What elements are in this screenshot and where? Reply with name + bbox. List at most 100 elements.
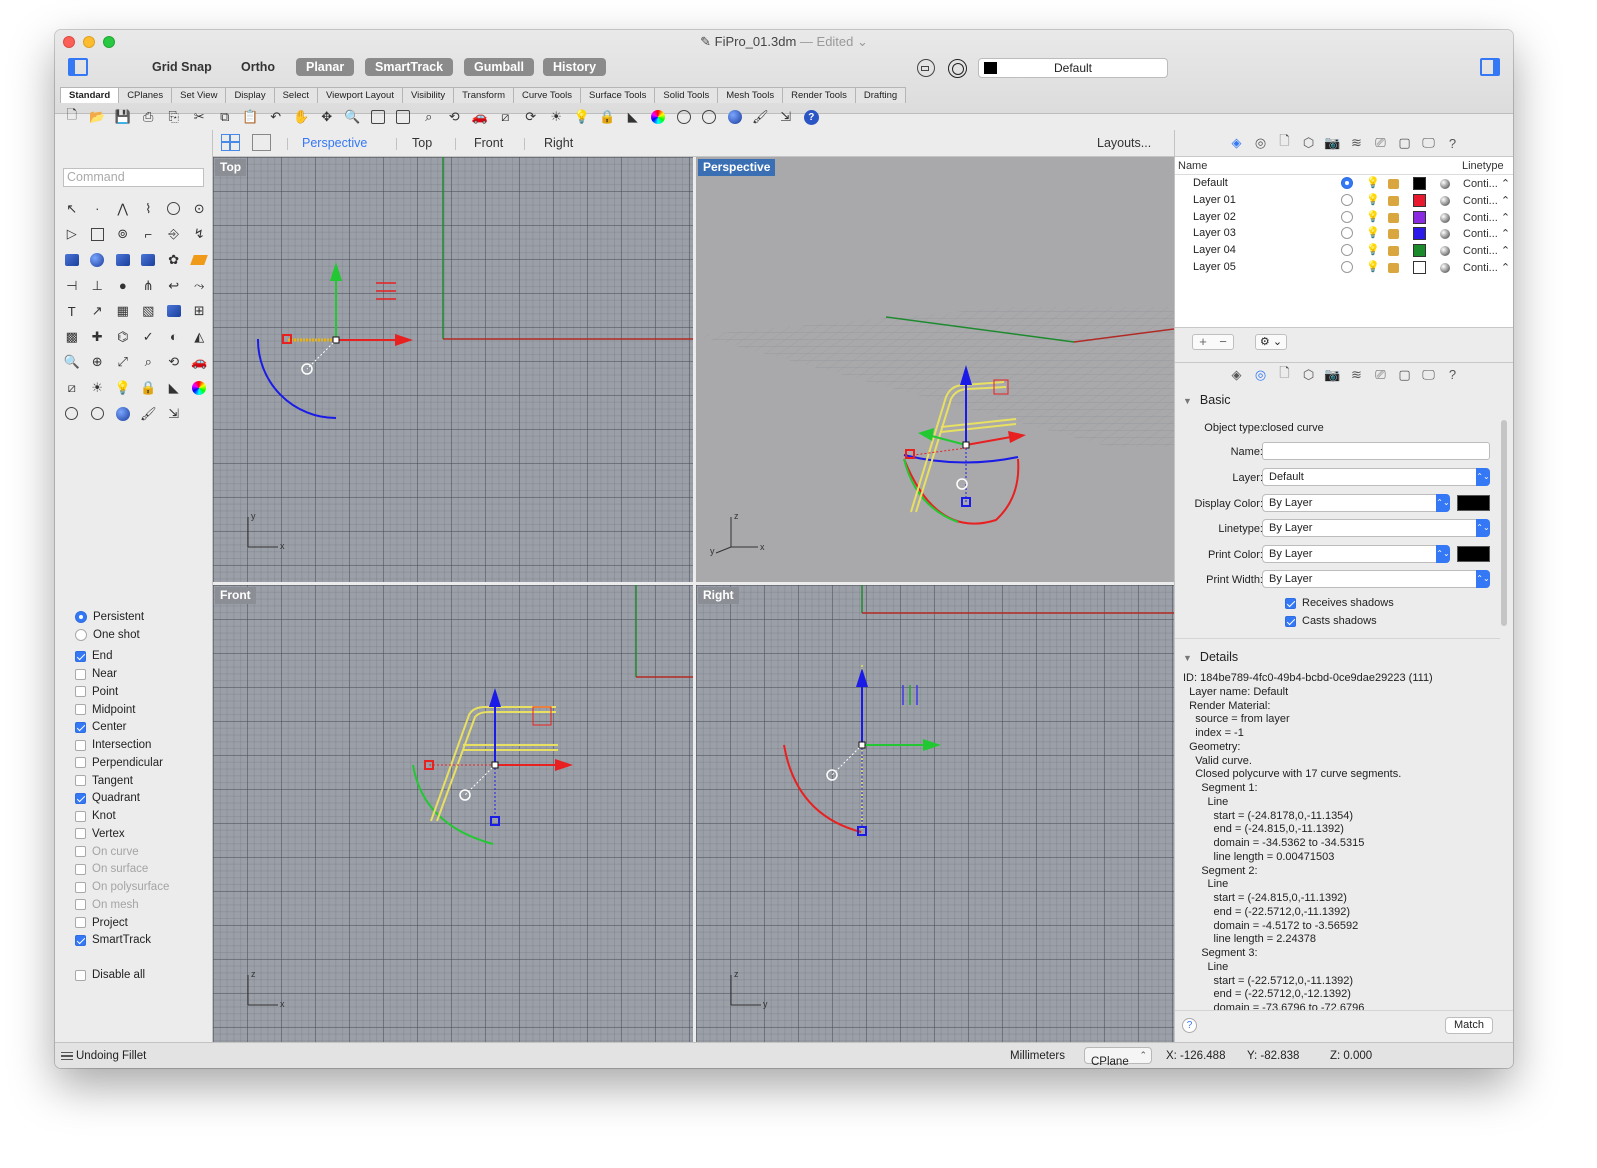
solid-box-icon[interactable] xyxy=(161,298,187,324)
toolbar-tab-visibility[interactable]: Visibility xyxy=(401,87,455,103)
polyline-icon[interactable]: ⋀ xyxy=(110,196,136,222)
checkbox-checked[interactable] xyxy=(75,792,86,804)
cplane-tool-icon[interactable]: ⧄ xyxy=(59,375,85,401)
planar-toggle[interactable]: Planar xyxy=(296,58,355,76)
snap-one-shot[interactable]: One shot xyxy=(75,626,211,644)
material-icon[interactable] xyxy=(1440,246,1450,257)
basic-section-header[interactable]: Basic xyxy=(1183,393,1231,407)
checkbox[interactable] xyxy=(75,668,86,680)
print-icon[interactable]: ⎙ xyxy=(136,106,162,128)
edited-status[interactable]: — Edited ⌄ xyxy=(800,34,868,49)
single-viewport-icon[interactable] xyxy=(252,134,271,151)
layer-options-button[interactable]: ⚙ ⌄ xyxy=(1255,334,1287,350)
light-bulb-icon[interactable]: 💡 xyxy=(1366,210,1380,223)
display-color-select[interactable]: By Layer ⌃⌄ xyxy=(1262,494,1450,512)
draft-angle-icon[interactable]: ◭ xyxy=(187,324,213,350)
details-section-header[interactable]: Details xyxy=(1183,650,1238,664)
blend-icon[interactable]: ⤳ xyxy=(187,273,213,299)
text-icon[interactable]: T xyxy=(59,298,85,324)
fillet-icon[interactable]: ⌐ xyxy=(136,222,162,248)
tab-front[interactable]: Front xyxy=(474,136,503,150)
match-tool-icon[interactable]: ⇲ xyxy=(161,401,187,427)
flow-icon[interactable]: ⌬ xyxy=(110,324,136,350)
dimension-icon[interactable]: ↗ xyxy=(85,298,111,324)
export-icon[interactable]: ⎘ xyxy=(161,106,187,128)
polygon-icon[interactable]: ▷ xyxy=(59,222,85,248)
gumball-toggle[interactable]: Gumball xyxy=(464,58,535,76)
layer-row[interactable]: Layer 02 💡 Conti... ⌃ xyxy=(1175,209,1513,226)
layout-panel-icon[interactable]: ▢ xyxy=(1395,134,1415,152)
light-bulb-icon[interactable]: 💡 xyxy=(1366,193,1380,206)
material-icon[interactable] xyxy=(1440,229,1450,240)
layer-linetype[interactable]: Conti... ⌃ xyxy=(1463,194,1510,207)
layer-row[interactable]: Default 💡 Conti... ⌃ xyxy=(1175,175,1513,192)
layer-linetype[interactable]: Conti... ⌃ xyxy=(1463,227,1510,240)
layer-row[interactable]: Layer 04 💡 Conti... ⌃ xyxy=(1175,242,1513,259)
render-sphere-icon[interactable] xyxy=(722,106,748,128)
toolbar-tab-solid-tools[interactable]: Solid Tools xyxy=(654,87,719,103)
light-bulb-icon[interactable]: 💡 xyxy=(1366,260,1380,273)
current-layer-radio[interactable] xyxy=(1341,177,1353,189)
zoom-in-icon[interactable]: 🔍 xyxy=(59,350,85,376)
checkbox[interactable] xyxy=(75,775,86,787)
display-color-swatch[interactable] xyxy=(1457,495,1490,511)
toolbar-tab-drafting[interactable]: Drafting xyxy=(854,87,907,103)
light-bulb-icon[interactable]: 💡 xyxy=(569,106,595,128)
lock-icon[interactable] xyxy=(1388,262,1399,273)
boolean-icon[interactable]: ● xyxy=(110,273,136,299)
select-arrow-icon[interactable]: ↖ xyxy=(59,196,85,222)
smarttrack-toggle[interactable]: SmartTrack xyxy=(365,58,454,76)
help-button[interactable]: ? xyxy=(1182,1018,1197,1033)
checkbox[interactable] xyxy=(75,686,86,698)
car-icon[interactable]: 🚗 xyxy=(467,106,493,128)
toolbar-tab-render-tools[interactable]: Render Tools xyxy=(782,87,856,103)
material-icon[interactable]: ◣ xyxy=(620,106,646,128)
current-layer-radio[interactable] xyxy=(1341,244,1353,257)
filter-icon[interactable] xyxy=(948,59,967,78)
zoom-window-icon[interactable] xyxy=(365,106,391,128)
circle-icon[interactable] xyxy=(161,196,187,222)
current-layer-radio[interactable] xyxy=(1341,193,1353,206)
four-viewports-icon[interactable] xyxy=(221,134,240,151)
lock-icon[interactable] xyxy=(1388,179,1399,189)
toolbar-tab-curve-tools[interactable]: Curve Tools xyxy=(513,87,582,103)
layer-name[interactable]: Layer 01 xyxy=(1193,194,1236,206)
curve-icon[interactable]: ⌇ xyxy=(136,196,162,222)
checkbox-checked[interactable] xyxy=(75,934,86,946)
cube-panel-icon[interactable]: ⬡ xyxy=(1299,134,1319,152)
snap-end[interactable]: End xyxy=(75,648,211,666)
render-sphere-tool-icon[interactable] xyxy=(110,401,136,427)
current-layer-radio[interactable] xyxy=(1341,260,1353,273)
material-tool-icon[interactable]: ◣ xyxy=(161,375,187,401)
checkbox-checked[interactable] xyxy=(75,721,86,733)
snap-near[interactable]: Near xyxy=(75,665,211,683)
layer-linetype[interactable]: Conti... ⌃ xyxy=(1463,177,1510,190)
light-bulb-tool-icon[interactable]: 💡 xyxy=(110,375,136,401)
ellipse-icon[interactable]: ⊙ xyxy=(187,196,213,222)
layers-panel-icon[interactable]: ◈ xyxy=(1227,134,1247,152)
snap-point[interactable]: Point xyxy=(75,683,211,701)
explode-icon[interactable] xyxy=(187,247,213,273)
toolbar-tab-standard[interactable]: Standard xyxy=(60,87,120,103)
snap-midpoint[interactable]: Midpoint xyxy=(75,701,211,719)
layer-color-swatch[interactable] xyxy=(1413,177,1426,190)
material-icon[interactable] xyxy=(1440,195,1450,206)
material-icon[interactable] xyxy=(1440,179,1450,189)
layer-linetype[interactable]: Conti... ⌃ xyxy=(1463,244,1510,257)
light-bulb-icon[interactable]: 💡 xyxy=(1366,243,1380,256)
checkbox[interactable] xyxy=(75,917,86,929)
tab-right[interactable]: Right xyxy=(544,136,573,150)
cut-icon[interactable]: ✂ xyxy=(187,106,213,128)
grid-array-icon[interactable]: ▩ xyxy=(59,324,85,350)
viewport-front[interactable]: z x Front xyxy=(213,585,693,1042)
help-panel-icon[interactable]: ? xyxy=(1443,134,1463,152)
wireframe-sphere-icon[interactable] xyxy=(671,106,697,128)
layer-color-swatch[interactable] xyxy=(1413,227,1426,241)
zoom-icon[interactable]: 🔍 xyxy=(340,106,366,128)
snap-perpendicular[interactable]: Perpendicular xyxy=(75,754,211,772)
snap-disable-all[interactable]: Disable all xyxy=(75,966,211,984)
material-icon[interactable] xyxy=(1440,262,1450,273)
checkbox[interactable] xyxy=(75,846,86,858)
check-icon[interactable]: ✓ xyxy=(136,324,162,350)
radio-on[interactable] xyxy=(75,610,87,623)
